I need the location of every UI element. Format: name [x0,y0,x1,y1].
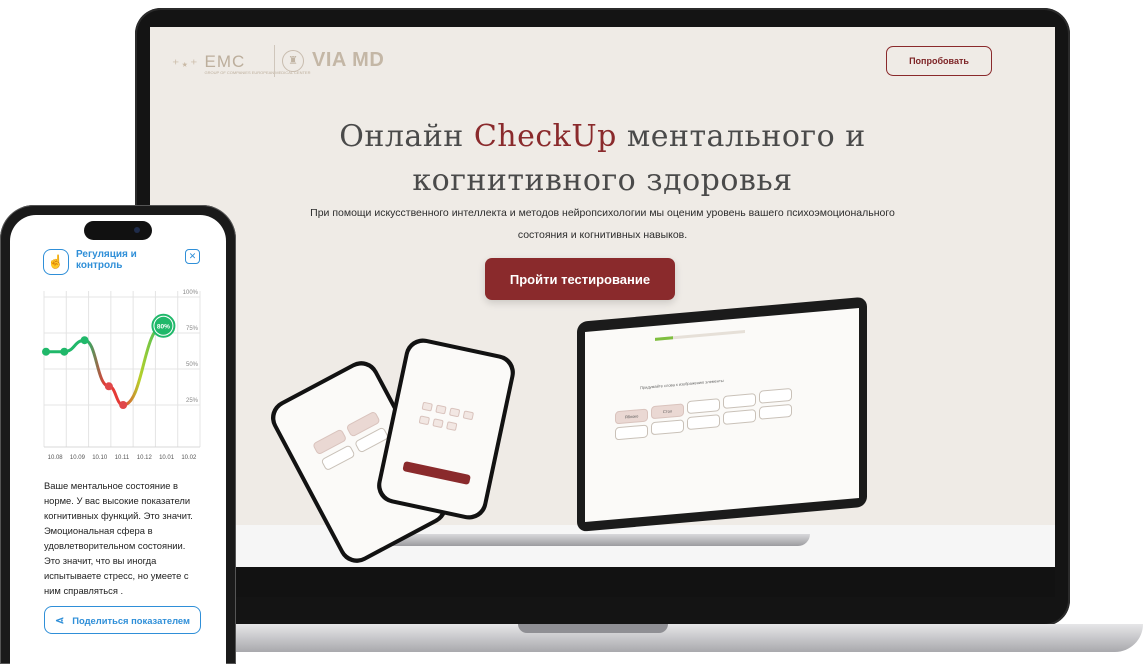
highlight-label: 80% [157,323,170,330]
stars-icon: ⁺⋆⁺ [172,55,199,72]
preview-phone-front [373,335,519,523]
data-point [104,382,113,391]
site-header: ⁺⋆⁺ EMC GROUP OF COMPANIES EUROPEAN MEDI… [150,27,1055,97]
preview-word [759,403,792,420]
preview-laptop-screen: Придумайте слова к изображению элементы … [585,308,859,522]
logo-divider [274,45,275,77]
y-tick-label: 25% [186,398,199,404]
shield-icon: ♜ [282,49,304,72]
preview-word [687,398,720,415]
preview-cell [432,418,444,429]
preview-cell [435,404,447,415]
preview-word [687,414,720,431]
viamd-logo[interactable]: ♜ VIA MD [282,49,384,72]
hero-title-line2: когнитивного здоровья [412,163,793,198]
data-point [60,347,69,356]
laptop-hinge [518,624,668,633]
close-icon: ✕ [188,251,197,261]
preview-cell [462,410,475,421]
start-test-button[interactable]: Пройти тестирование [485,258,675,300]
data-point [80,336,89,345]
footer-strip [150,567,1055,597]
preview-laptop-base [350,534,810,546]
preview-cell [418,415,431,426]
card-title: Регуляция и контроль [76,249,137,271]
preview-word [759,387,792,404]
preview-word [723,393,756,409]
preview-word [723,409,756,425]
dynamic-island [84,221,152,240]
preview-progress-fill [655,336,673,341]
x-tick-label: 10.08 [48,455,64,461]
hero-title-end: ментального и [616,119,866,154]
viamd-text: VIA MD [312,49,385,71]
preview-phone-front-screen [378,339,514,519]
card-header: ☝ Регуляция и контроль ✕ [10,243,226,283]
y-tick-label: 100% [183,290,199,296]
hero-description: При помощи искусственного интеллекта и м… [310,207,895,241]
x-tick-label: 10.02 [181,455,197,461]
series-line [44,324,165,407]
preview-word [651,419,684,436]
data-point [42,347,50,356]
preview-word: Стол [651,403,684,420]
preview-cell [421,401,433,412]
camera-icon [134,227,140,233]
state-description: Ваше ментальное состояние в норме. У вас… [44,480,193,596]
hero-title-accent: CheckUp [473,119,617,154]
x-tick-label: 10.12 [137,455,153,461]
y-tick-label: 50% [186,362,199,368]
preview-progress-bar [655,330,745,341]
hero-title: Онлайн CheckUp ментального и когнитивног… [150,115,1055,203]
try-button[interactable]: Попробовать [886,46,992,76]
preview-word: Яблоко [615,408,648,425]
share-icon: ⋖ [55,614,65,627]
mockup-stage: ⁺⋆⁺ EMC GROUP OF COMPANIES EUROPEAN MEDI… [0,0,1143,664]
x-tick-label: 10.11 [115,455,130,461]
preview-cell [446,421,458,432]
x-tick-label: 10.09 [70,455,86,461]
close-button[interactable]: ✕ [185,249,200,264]
hand-icon: ☝ [43,249,69,275]
hero-title-start: Онлайн [339,119,474,154]
share-button-label: Поделиться показателем [72,614,190,626]
phone-screen: ☝ Регуляция и контроль ✕ 100% 75% 50% 25% 10… [10,215,226,664]
y-tick-label: 75% [186,326,199,332]
share-button[interactable]: ⋖ Поделиться показателем [44,606,201,634]
preview-word [615,424,648,441]
data-point [119,401,128,409]
preview-phone-button [402,461,471,485]
x-tick-label: 10.01 [159,455,175,461]
preview-cell [448,407,461,418]
landing-page: ⁺⋆⁺ EMC GROUP OF COMPANIES EUROPEAN MEDI… [150,27,1055,597]
x-tick-label: 10.10 [92,455,108,461]
regulation-chart: 100% 75% 50% 25% 10.08 10.09 10.10 10.11 10.12 10… [10,285,226,466]
preview-hint: Придумайте слова к изображению элементы [640,377,724,391]
chart-svg: 100% 75% 50% 25% 10.08 10.09 10.10 10.11 10.12 10… [42,290,201,461]
